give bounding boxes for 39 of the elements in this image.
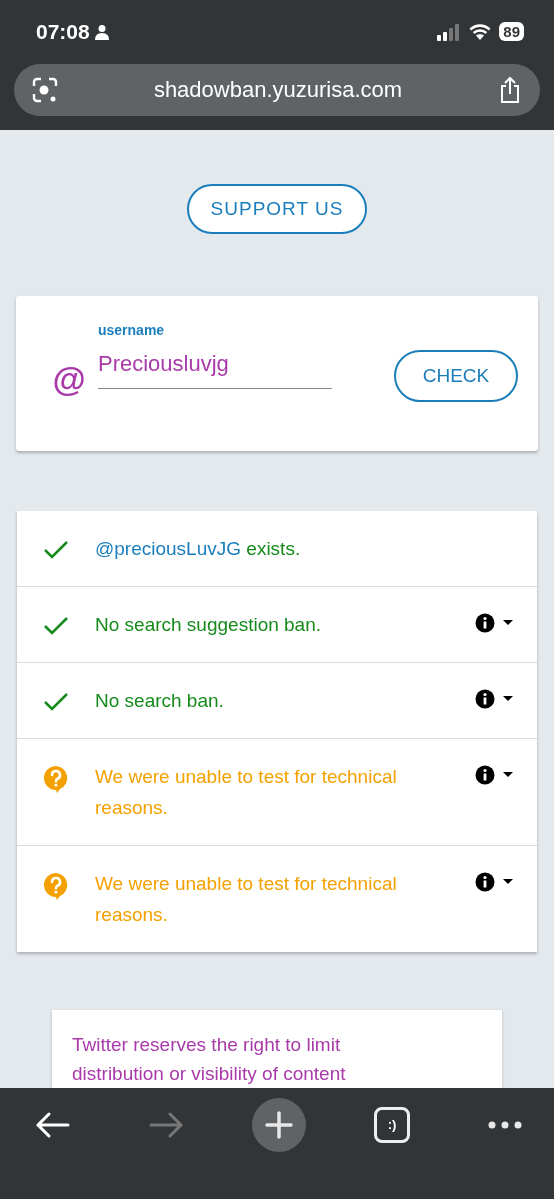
share-icon[interactable] [498, 75, 522, 104]
info-icon [475, 689, 495, 709]
check-button[interactable]: CHECK [394, 350, 518, 403]
plus-icon [265, 1111, 293, 1139]
info-dropdown-button[interactable] [475, 872, 513, 892]
status-time: 07:08 [36, 19, 90, 45]
result-text: @preciousLuvJG exists. [95, 537, 302, 561]
result-text: No search suggestion ban. [95, 613, 323, 637]
result-text: We were unable to test for technical reasons. [95, 765, 398, 820]
info-icon [475, 765, 495, 785]
profile-link[interactable]: @preciousLuvJG [95, 538, 242, 559]
at-prefix: @ [52, 359, 87, 401]
new-tab-button[interactable] [252, 1098, 306, 1152]
caret-icon [503, 620, 513, 626]
result-text: We were unable to test for technical reasons. [95, 872, 398, 927]
notice-text: Twitter reserves the right to limit distribution or visibility of content [72, 1033, 347, 1086]
info-icon [475, 613, 495, 633]
caret-icon [503, 696, 513, 702]
support-button[interactable]: SUPPORT US [186, 184, 368, 235]
forward-arrow-icon [148, 1111, 184, 1139]
info-dropdown-button[interactable] [475, 765, 513, 785]
field-label: username [98, 321, 166, 341]
more-icon [488, 1121, 522, 1129]
username-field[interactable]: Preciousluvjg [98, 341, 332, 390]
caret-icon [503, 772, 513, 778]
wifi-icon [469, 23, 492, 41]
info-icon [475, 872, 495, 892]
battery-indicator: 89 [499, 22, 524, 42]
caret-icon [503, 879, 513, 885]
back-arrow-icon [35, 1111, 71, 1139]
info-dropdown-button[interactable] [475, 613, 513, 633]
url-text: shadowban.yuzurisa.com [153, 76, 403, 104]
info-dropdown-button[interactable] [475, 689, 513, 709]
result-text: No search ban. [95, 689, 225, 713]
address-bar[interactable]: shadowban.yuzurisa.com [14, 63, 540, 116]
tabs-button[interactable]: :) [374, 1107, 410, 1143]
signal-icon [437, 22, 462, 41]
camera-icon[interactable] [32, 76, 58, 103]
person-icon [93, 23, 110, 40]
